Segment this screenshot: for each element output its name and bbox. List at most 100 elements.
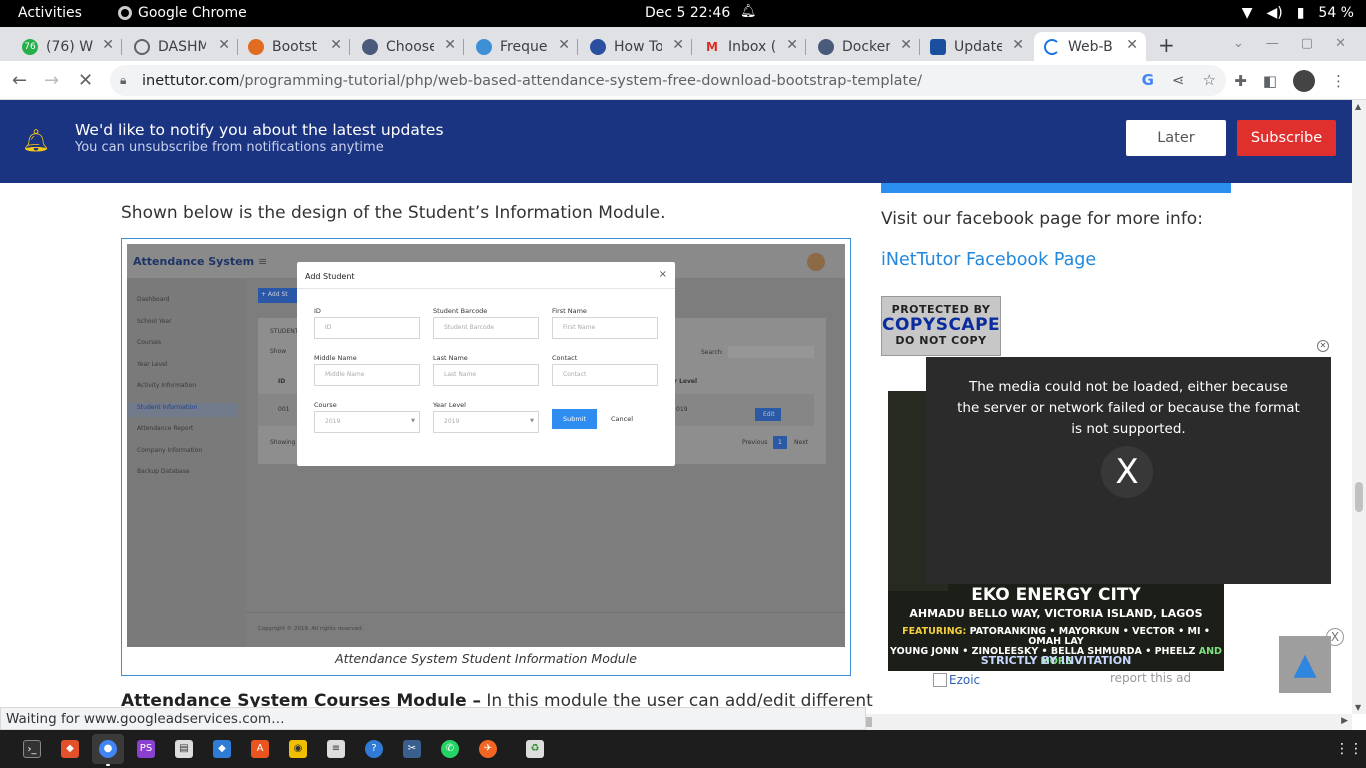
subscribe-button[interactable]: Subscribe — [1237, 120, 1336, 156]
terminal-icon[interactable]: ›_ — [23, 740, 41, 758]
clock[interactable]: Dec 5 22:46 — [645, 5, 730, 21]
scroll-up-icon[interactable]: ▲ — [1355, 102, 1361, 111]
report-ad-link[interactable]: report this ad — [1110, 671, 1191, 685]
bell-icon: 🔔︎ — [22, 129, 50, 154]
help-icon[interactable]: ? — [365, 740, 383, 758]
tab-docker[interactable]: Docker ✕ — [808, 32, 920, 61]
chrome-icon[interactable]: ● — [99, 740, 117, 758]
side-panel-icon[interactable]: ◧ — [1263, 72, 1277, 90]
video-x-icon[interactable]: X — [1101, 446, 1153, 498]
url-domain: inettutor.com — [142, 72, 240, 89]
site-icon — [818, 38, 834, 55]
url-path: /programming-tutorial/php/web-based-atte… — [239, 72, 923, 89]
files-icon[interactable]: ▤ — [175, 740, 193, 758]
copyscape-badge[interactable]: PROTECTED BY COPYSCAPE DO NOT COPY — [881, 296, 1001, 356]
system-top-bar: Activities Google Chrome Dec 5 22:46 🔔︎ … — [0, 0, 1366, 27]
close-tab-icon[interactable]: ✕ — [786, 37, 798, 53]
close-tab-icon[interactable]: ✕ — [900, 37, 912, 53]
app-next: Next — [794, 439, 808, 446]
ezoic-link[interactable]: Ezoic — [933, 673, 980, 687]
tab-howto[interactable]: How To ✕ — [580, 32, 692, 61]
share-icon[interactable]: ⋖ — [1172, 71, 1185, 89]
screenshot-icon[interactable]: ✂ — [403, 740, 421, 758]
video-player-error[interactable]: ✕ The media could not be loaded, either … — [926, 340, 1331, 584]
scroll-down-icon[interactable]: ▼ — [1355, 703, 1361, 712]
site-icon — [930, 38, 946, 55]
stackoverflow-icon — [248, 38, 264, 55]
menu-kebab-icon[interactable]: ⋮ — [1331, 72, 1346, 90]
later-button[interactable]: Later — [1126, 120, 1226, 156]
hamburger-icon: ≡ — [258, 255, 268, 268]
close-tab-icon[interactable]: ✕ — [1012, 37, 1024, 53]
postman-icon[interactable]: ✈ — [479, 740, 497, 758]
software-center-icon[interactable]: A — [251, 740, 269, 758]
tab-inbox[interactable]: M Inbox (✕ — [694, 32, 806, 61]
facebook-page-link[interactable]: iNetTutor Facebook Page — [881, 250, 1096, 270]
tab-choose[interactable]: Choose ✕ — [352, 32, 464, 61]
close-tab-icon[interactable]: ✕ — [672, 37, 684, 53]
maximize-icon[interactable]: ▢ — [1301, 36, 1313, 51]
close-tab-icon[interactable]: ✕ — [102, 37, 114, 53]
modal-title: Add Student — [305, 272, 355, 281]
tab-search-icon[interactable]: ⌄ — [1233, 36, 1244, 51]
close-tab-icon[interactable]: ✕ — [1126, 37, 1138, 53]
video-close-icon[interactable]: ✕ — [1317, 340, 1329, 352]
page-content: Shown below is the design of the Student… — [0, 183, 1352, 714]
close-tab-icon[interactable]: ✕ — [444, 37, 456, 53]
tab-whatsapp[interactable]: 76 (76) Wh ✕ — [12, 32, 122, 61]
brave-icon[interactable]: ◆ — [61, 740, 79, 758]
extensions-area: ✚ ◧ ⋮ — [1234, 70, 1346, 92]
tab-web-based-active[interactable]: Web-B ✕ — [1034, 32, 1146, 61]
ad-headline: EKO ENERGY CITY — [971, 585, 1141, 605]
camera-icon[interactable]: ◉ — [289, 740, 307, 758]
google-icon[interactable]: G — [1142, 71, 1154, 89]
stop-icon[interactable]: ✕ — [78, 70, 93, 91]
tab-update[interactable]: Update ✕ — [920, 32, 1032, 61]
close-window-icon[interactable]: ✕ — [1335, 36, 1346, 51]
app-row-year: 019 — [676, 406, 688, 413]
gmail-icon: M — [706, 39, 718, 54]
app-add-button: + Add St — [258, 288, 298, 303]
vertical-scrollbar[interactable]: ▲ ▼ — [1352, 100, 1366, 714]
scrollbar-thumb[interactable] — [1355, 482, 1363, 512]
battery-icon: ▮ — [1296, 5, 1305, 21]
tab-frequent[interactable]: Freque ✕ — [466, 32, 578, 61]
close-tab-icon[interactable]: ✕ — [330, 37, 342, 53]
lock-icon[interactable]: 🔒︎ — [120, 73, 126, 88]
field-middle-name: Middle Name Middle Name — [314, 354, 420, 386]
field-last-name: Last Name Last Name — [433, 354, 539, 386]
extensions-puzzle-icon[interactable]: ✚ — [1234, 72, 1247, 90]
vscode-icon[interactable]: ◆ — [213, 740, 231, 758]
close-tab-icon[interactable]: ✕ — [558, 37, 570, 53]
bookmark-star-icon[interactable]: ☆ — [1203, 71, 1216, 89]
show-apps-icon[interactable]: ⋮⋮⋮ — [1335, 741, 1366, 757]
site-icon — [362, 38, 378, 55]
window-controls: ⌄ — ▢ ✕ — [1233, 36, 1346, 51]
trash-icon[interactable]: ♻ — [526, 740, 544, 758]
tab-bootstrap[interactable]: Bootst ✕ — [238, 32, 350, 61]
ezoic-checkbox[interactable] — [933, 673, 947, 687]
chrome-icon — [118, 6, 132, 20]
system-tray[interactable]: ▼ ◀) ▮ 54 % — [1242, 5, 1354, 21]
figure: Attendance System ≡ Dashboard School Yea… — [121, 238, 851, 676]
close-tab-icon[interactable]: ✕ — [218, 37, 230, 53]
notification-bell-icon[interactable]: 🔔︎ — [740, 4, 757, 19]
tab-title: (76) Wh — [46, 38, 94, 55]
new-tab-button[interactable]: + — [1158, 33, 1175, 57]
phpstorm-icon[interactable]: PS — [137, 740, 155, 758]
profile-avatar[interactable] — [1293, 70, 1315, 92]
forward-icon[interactable]: → — [44, 70, 59, 91]
address-bar[interactable]: 🔒︎ inettutor.com/programming-tutorial/ph… — [110, 65, 1226, 96]
scroll-to-top-button[interactable]: ▲ — [1279, 636, 1331, 693]
horizontal-scrollbar[interactable]: ▶ — [866, 714, 1352, 730]
activities-button[interactable]: Activities — [18, 5, 82, 21]
tab-dashm[interactable]: DASHM ✕ — [124, 32, 238, 61]
scroll-right-icon[interactable]: ▶ — [1341, 716, 1348, 726]
text-editor-icon[interactable]: ≡ — [327, 740, 345, 758]
back-icon[interactable]: ← — [12, 70, 27, 91]
whatsapp-icon[interactable]: ✆ — [441, 740, 459, 758]
field-first-name: First Name First Name — [552, 307, 658, 339]
app-menu[interactable]: Google Chrome — [118, 5, 247, 21]
minimize-icon[interactable]: — — [1266, 36, 1279, 51]
field-course: Course 2019 ▼ — [314, 401, 420, 433]
